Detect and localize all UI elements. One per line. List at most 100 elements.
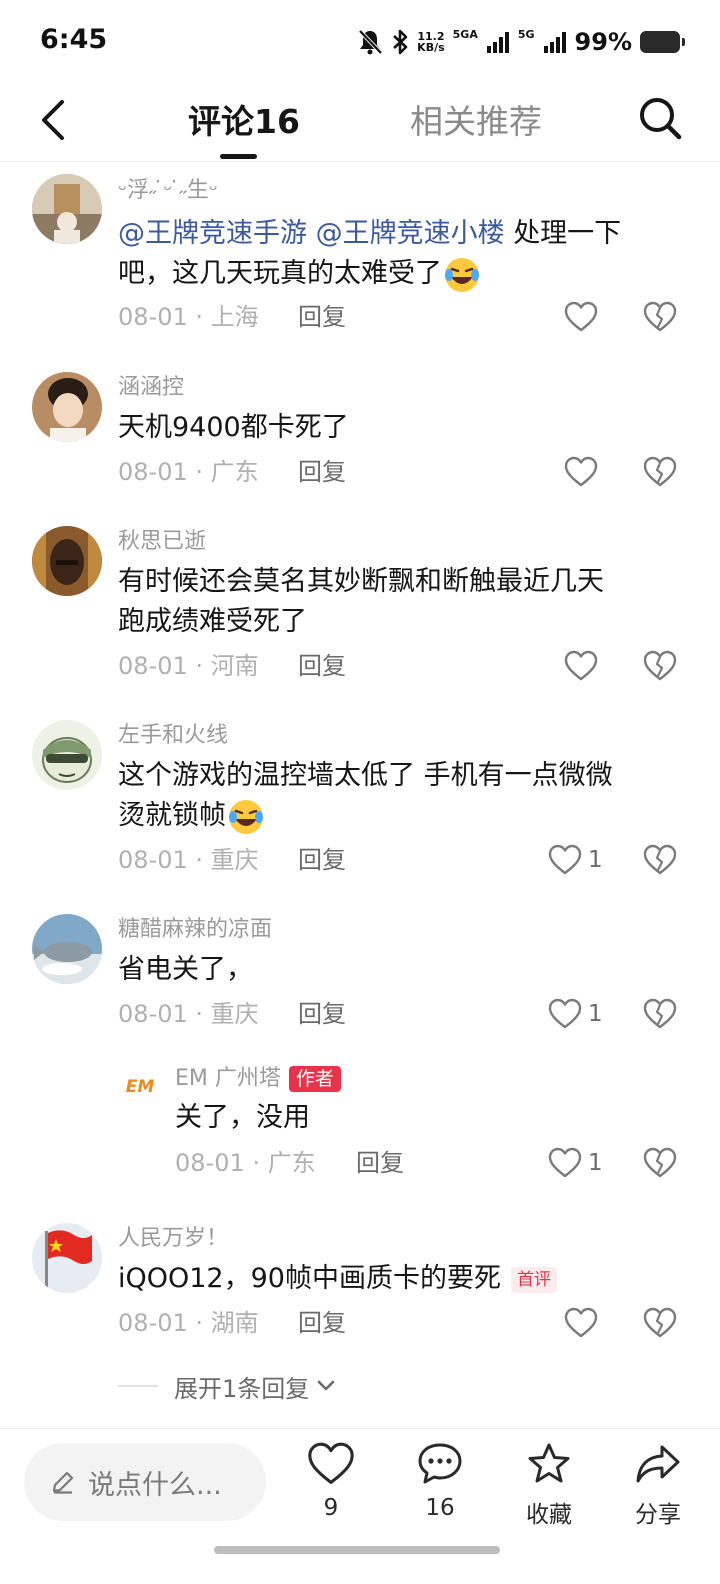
comments-header: 评论16 相关推荐 xyxy=(0,80,720,162)
reply-button[interactable]: 回复 xyxy=(298,843,346,877)
comment-post-button[interactable]: 16 xyxy=(395,1441,485,1521)
tab-active-indicator xyxy=(220,154,257,159)
reply-button[interactable]: 回复 xyxy=(298,997,346,1031)
bottom-action-bar: 说点什么... 9 16 收藏 分享 xyxy=(0,1428,720,1584)
reply-button[interactable]: 回复 xyxy=(298,300,346,334)
comment-date-location: 08-01 · 湖南 xyxy=(118,1309,259,1337)
like-button[interactable] xyxy=(564,1306,604,1340)
avatar[interactable] xyxy=(32,174,102,244)
comment-text: @王牌竞速手游 @王牌竞速小楼 处理一下 吧，这几天玩真的太难受了 xyxy=(118,214,678,295)
comment-text: 有时候还会莫名其妙断飘和断触最近几天 跑成绩难受死了 xyxy=(118,566,604,637)
author-badge: 作者 xyxy=(288,1066,341,1092)
comment-date-location: 08-01 · 重庆 xyxy=(118,1000,259,1028)
comment-text: 天机9400都卡死了 xyxy=(118,412,349,443)
comment-text: 这个游戏的温控墙太低了 手机有一点微微 烫就锁帧 xyxy=(118,756,688,837)
status-icons: 11.2 KB/s 5GA 5G 99% xyxy=(357,26,685,58)
like-count: 1 xyxy=(588,1001,603,1027)
avatar[interactable] xyxy=(32,372,102,442)
heart-icon xyxy=(564,301,598,332)
home-indicator[interactable] xyxy=(214,1546,500,1554)
broken-heart-icon[interactable] xyxy=(643,455,677,489)
broken-heart-icon[interactable] xyxy=(643,843,677,877)
like-count: 1 xyxy=(588,847,603,873)
reply-button[interactable]: 回复 xyxy=(356,1146,404,1180)
search-icon[interactable] xyxy=(636,94,684,142)
favorite-label: 收藏 xyxy=(526,1502,572,1528)
broken-heart-icon[interactable] xyxy=(643,300,677,334)
share-label: 分享 xyxy=(635,1502,681,1528)
broken-heart-icon[interactable] xyxy=(643,649,677,683)
like-button[interactable] xyxy=(564,649,604,683)
heart-icon xyxy=(548,844,582,875)
back-icon[interactable] xyxy=(34,96,74,144)
reply-button[interactable]: 回复 xyxy=(298,1306,346,1340)
comment-username[interactable]: 糖醋麻辣的凉面 xyxy=(118,915,272,945)
comment-username[interactable]: 人民万岁！ xyxy=(118,1224,228,1254)
sim1-label: 5GA xyxy=(452,28,478,41)
laughing-crying-emoji-icon xyxy=(445,257,479,292)
svg-text:EM: EM xyxy=(126,1077,155,1097)
status-time: 6:45 xyxy=(40,24,108,55)
heart-icon xyxy=(548,998,582,1029)
comment-text: iQOO12，90帧中画质卡的要死 首评 xyxy=(118,1259,688,1299)
comment-username: EM 广州塔 作者 xyxy=(175,1064,341,1094)
author-name[interactable]: EM 广州塔 xyxy=(175,1066,281,1091)
laughing-crying-emoji-icon xyxy=(229,799,263,834)
heart-icon xyxy=(564,1307,598,1338)
like-count: 1 xyxy=(588,1150,603,1176)
mute-bell-icon xyxy=(358,29,383,55)
comment-date-location: 08-01 · 广东 xyxy=(175,1149,316,1177)
avatar[interactable]: EM xyxy=(118,1063,162,1107)
mention-link[interactable]: @王牌竞速小楼 xyxy=(316,218,505,249)
comment-date-location: 08-01 · 上海 xyxy=(118,303,259,331)
comment-username[interactable]: 涵涵控 xyxy=(118,373,184,403)
mention-link[interactable]: @王牌竞速手游 xyxy=(118,218,307,249)
star-icon xyxy=(528,1443,570,1483)
like-button[interactable] xyxy=(564,300,604,334)
comment-date-location: 08-01 · 广东 xyxy=(118,458,259,486)
like-button[interactable]: 1 xyxy=(548,997,603,1031)
comment-username[interactable]: 左手和火线 xyxy=(118,721,228,751)
expand-replies-button[interactable]: 展开1条回复 xyxy=(118,1368,339,1404)
avatar[interactable] xyxy=(32,526,102,596)
comment-text: 省电关了， xyxy=(118,954,253,985)
comment-input-placeholder: 说点什么... xyxy=(88,1469,222,1501)
broken-heart-icon[interactable] xyxy=(643,1306,677,1340)
like-button[interactable]: 1 xyxy=(548,1146,603,1180)
like-post-button[interactable]: 9 xyxy=(286,1441,376,1521)
avatar[interactable] xyxy=(32,914,102,984)
tab-comments[interactable]: 评论16 xyxy=(188,100,300,144)
status-bar: 6:45 11.2 KB/s 5GA 5G 99% xyxy=(0,0,720,80)
comment-post-count: 16 xyxy=(425,1495,455,1521)
avatar[interactable] xyxy=(32,720,102,790)
heart-icon xyxy=(548,1147,582,1178)
favorite-button[interactable]: 收藏 xyxy=(504,1441,594,1529)
comment-username[interactable]: 秋思已逝 xyxy=(118,527,206,557)
chevron-down-icon xyxy=(317,1380,335,1391)
heart-icon xyxy=(564,650,598,681)
share-button[interactable]: 分享 xyxy=(613,1441,703,1529)
share-arrow-icon xyxy=(636,1445,680,1483)
tab-related[interactable]: 相关推荐 xyxy=(410,100,542,144)
avatar[interactable] xyxy=(32,1223,102,1293)
broken-heart-icon[interactable] xyxy=(643,1146,677,1180)
signal-icon xyxy=(486,32,509,53)
first-comment-badge: 首评 xyxy=(510,1266,557,1293)
broken-heart-icon[interactable] xyxy=(643,997,677,1031)
like-button[interactable]: 1 xyxy=(548,843,603,877)
comment-username[interactable]: ᵕ浮˶ ̇ᵕ ̇˶生ᵕ xyxy=(118,176,218,206)
battery-icon xyxy=(640,31,685,53)
expand-divider xyxy=(118,1385,158,1387)
battery-percent: 99% xyxy=(574,28,632,56)
comment-text: 关了，没用 xyxy=(175,1102,310,1133)
like-post-count: 9 xyxy=(323,1495,339,1521)
signal-icon xyxy=(543,32,566,53)
expand-replies-label: 展开1条回复 xyxy=(174,1374,310,1403)
like-button[interactable] xyxy=(564,455,604,489)
heart-icon xyxy=(564,456,598,487)
comment-input[interactable]: 说点什么... xyxy=(24,1443,266,1521)
comment-date-location: 08-01 · 河南 xyxy=(118,652,259,680)
heart-icon xyxy=(308,1442,354,1484)
reply-button[interactable]: 回复 xyxy=(298,649,346,683)
reply-button[interactable]: 回复 xyxy=(298,455,346,489)
